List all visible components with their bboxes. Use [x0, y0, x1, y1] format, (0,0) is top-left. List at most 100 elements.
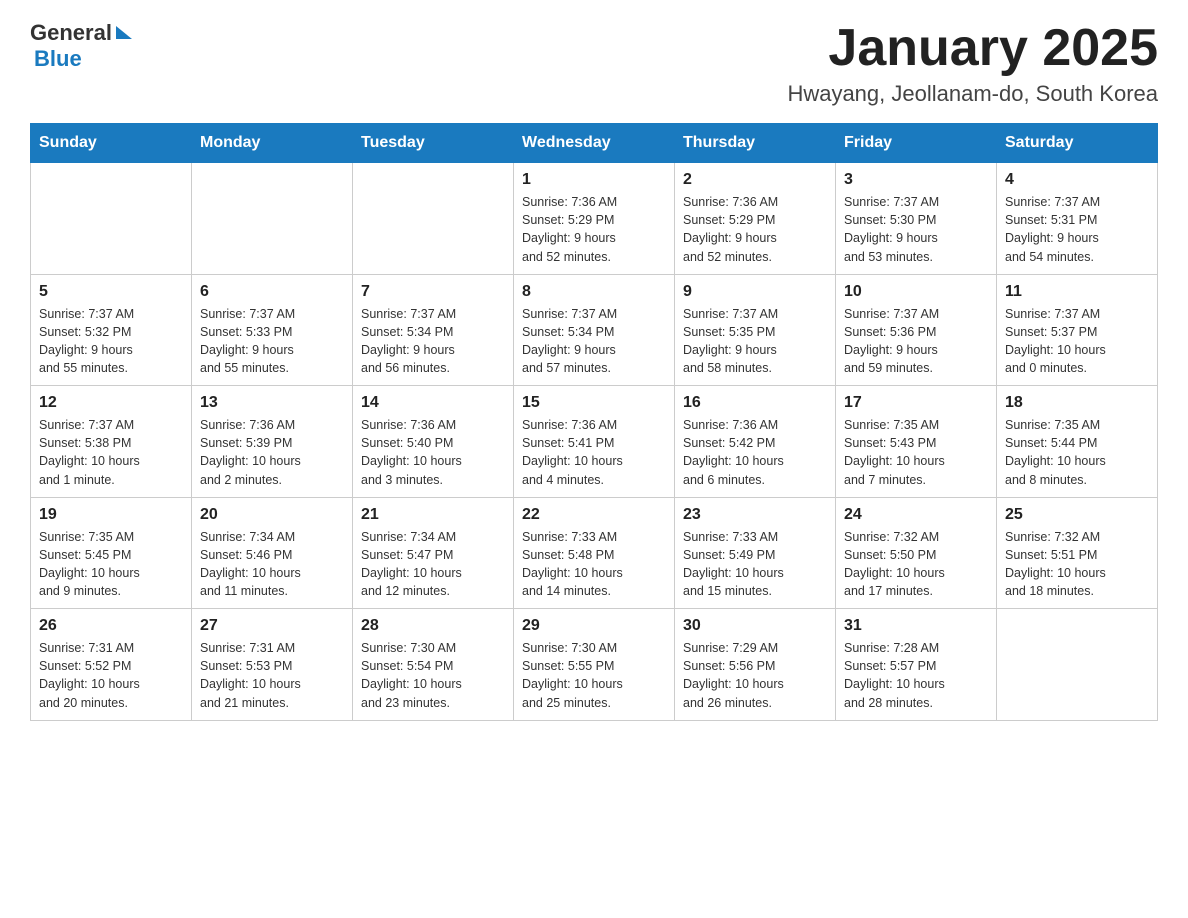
day-header-tuesday: Tuesday: [353, 124, 514, 163]
page-header: General Blue January 2025 Hwayang, Jeoll…: [30, 20, 1158, 107]
cell-date-number: 13: [200, 394, 344, 412]
cell-info-text: Sunrise: 7:36 AM Sunset: 5:41 PM Dayligh…: [522, 416, 666, 489]
title-section: January 2025 Hwayang, Jeollanam-do, Sout…: [787, 20, 1158, 107]
cell-date-number: 17: [844, 394, 988, 412]
calendar-cell: 14 Sunrise: 7:36 AM Sunset: 5:40 PM Dayli…: [353, 386, 514, 498]
cell-info-text: Sunrise: 7:32 AM Sunset: 5:51 PM Dayligh…: [1005, 528, 1149, 601]
calendar-cell: 27 Sunrise: 7:31 AM Sunset: 5:53 PM Dayli…: [192, 609, 353, 721]
cell-info-text: Sunrise: 7:37 AM Sunset: 5:34 PM Dayligh…: [361, 305, 505, 378]
cell-date-number: 16: [683, 394, 827, 412]
cell-info-text: Sunrise: 7:37 AM Sunset: 5:31 PM Dayligh…: [1005, 193, 1149, 266]
cell-date-number: 15: [522, 394, 666, 412]
cell-date-number: 3: [844, 171, 988, 189]
cell-date-number: 27: [200, 617, 344, 635]
calendar-header-row: SundayMondayTuesdayWednesdayThursdayFrid…: [31, 124, 1158, 163]
cell-date-number: 29: [522, 617, 666, 635]
calendar-cell: 19 Sunrise: 7:35 AM Sunset: 5:45 PM Dayli…: [31, 497, 192, 609]
cell-info-text: Sunrise: 7:30 AM Sunset: 5:54 PM Dayligh…: [361, 639, 505, 712]
cell-date-number: 19: [39, 506, 183, 524]
calendar-cell: 8 Sunrise: 7:37 AM Sunset: 5:34 PM Daylig…: [514, 274, 675, 386]
cell-info-text: Sunrise: 7:30 AM Sunset: 5:55 PM Dayligh…: [522, 639, 666, 712]
calendar-cell: 25 Sunrise: 7:32 AM Sunset: 5:51 PM Dayli…: [997, 497, 1158, 609]
calendar-cell: 6 Sunrise: 7:37 AM Sunset: 5:33 PM Daylig…: [192, 274, 353, 386]
page-title: January 2025: [787, 20, 1158, 77]
calendar-cell: 23Sunrise: 7:33 AM Sunset: 5:49 PM Dayli…: [675, 497, 836, 609]
cell-info-text: Sunrise: 7:37 AM Sunset: 5:37 PM Dayligh…: [1005, 305, 1149, 378]
calendar-week-row: 1 Sunrise: 7:36 AM Sunset: 5:29 PM Daylig…: [31, 163, 1158, 275]
cell-info-text: Sunrise: 7:35 AM Sunset: 5:44 PM Dayligh…: [1005, 416, 1149, 489]
calendar-cell: 31 Sunrise: 7:28 AM Sunset: 5:57 PM Dayli…: [836, 609, 997, 721]
cell-date-number: 28: [361, 617, 505, 635]
calendar-cell: 5 Sunrise: 7:37 AM Sunset: 5:32 PM Daylig…: [31, 274, 192, 386]
cell-date-number: 23: [683, 506, 827, 524]
cell-date-number: 10: [844, 283, 988, 301]
calendar-cell: 3 Sunrise: 7:37 AM Sunset: 5:30 PM Daylig…: [836, 163, 997, 275]
cell-info-text: Sunrise: 7:31 AM Sunset: 5:53 PM Dayligh…: [200, 639, 344, 712]
cell-info-text: Sunrise: 7:34 AM Sunset: 5:47 PM Dayligh…: [361, 528, 505, 601]
cell-info-text: Sunrise: 7:36 AM Sunset: 5:29 PM Dayligh…: [522, 193, 666, 266]
logo: General Blue: [30, 20, 132, 72]
cell-date-number: 12: [39, 394, 183, 412]
calendar-cell: 2 Sunrise: 7:36 AM Sunset: 5:29 PM Daylig…: [675, 163, 836, 275]
day-header-thursday: Thursday: [675, 124, 836, 163]
calendar-cell: 22Sunrise: 7:33 AM Sunset: 5:48 PM Dayli…: [514, 497, 675, 609]
cell-info-text: Sunrise: 7:32 AM Sunset: 5:50 PM Dayligh…: [844, 528, 988, 601]
cell-info-text: Sunrise: 7:37 AM Sunset: 5:36 PM Dayligh…: [844, 305, 988, 378]
calendar-cell: 17 Sunrise: 7:35 AM Sunset: 5:43 PM Dayli…: [836, 386, 997, 498]
calendar-cell: 13 Sunrise: 7:36 AM Sunset: 5:39 PM Dayli…: [192, 386, 353, 498]
cell-date-number: 31: [844, 617, 988, 635]
cell-info-text: Sunrise: 7:36 AM Sunset: 5:39 PM Dayligh…: [200, 416, 344, 489]
calendar-cell: 9 Sunrise: 7:37 AM Sunset: 5:35 PM Daylig…: [675, 274, 836, 386]
calendar-cell: 1 Sunrise: 7:36 AM Sunset: 5:29 PM Daylig…: [514, 163, 675, 275]
cell-date-number: 4: [1005, 171, 1149, 189]
cell-info-text: Sunrise: 7:36 AM Sunset: 5:40 PM Dayligh…: [361, 416, 505, 489]
cell-info-text: Sunrise: 7:33 AM Sunset: 5:48 PM Dayligh…: [522, 528, 666, 601]
cell-info-text: Sunrise: 7:35 AM Sunset: 5:43 PM Dayligh…: [844, 416, 988, 489]
cell-info-text: Sunrise: 7:37 AM Sunset: 5:32 PM Dayligh…: [39, 305, 183, 378]
cell-info-text: Sunrise: 7:37 AM Sunset: 5:38 PM Dayligh…: [39, 416, 183, 489]
calendar-cell: 24 Sunrise: 7:32 AM Sunset: 5:50 PM Dayli…: [836, 497, 997, 609]
cell-info-text: Sunrise: 7:37 AM Sunset: 5:34 PM Dayligh…: [522, 305, 666, 378]
cell-date-number: 14: [361, 394, 505, 412]
cell-date-number: 25: [1005, 506, 1149, 524]
cell-date-number: 21: [361, 506, 505, 524]
calendar-cell: 12 Sunrise: 7:37 AM Sunset: 5:38 PM Dayli…: [31, 386, 192, 498]
cell-date-number: 2: [683, 171, 827, 189]
cell-info-text: Sunrise: 7:37 AM Sunset: 5:33 PM Dayligh…: [200, 305, 344, 378]
calendar-cell: 4 Sunrise: 7:37 AM Sunset: 5:31 PM Daylig…: [997, 163, 1158, 275]
cell-date-number: 1: [522, 171, 666, 189]
cell-date-number: 8: [522, 283, 666, 301]
calendar-week-row: 26Sunrise: 7:31 AM Sunset: 5:52 PM Dayli…: [31, 609, 1158, 721]
cell-date-number: 24: [844, 506, 988, 524]
calendar-cell: [353, 163, 514, 275]
day-header-sunday: Sunday: [31, 124, 192, 163]
calendar-cell: 20Sunrise: 7:34 AM Sunset: 5:46 PM Dayli…: [192, 497, 353, 609]
day-header-saturday: Saturday: [997, 124, 1158, 163]
cell-info-text: Sunrise: 7:37 AM Sunset: 5:35 PM Dayligh…: [683, 305, 827, 378]
cell-info-text: Sunrise: 7:28 AM Sunset: 5:57 PM Dayligh…: [844, 639, 988, 712]
day-header-wednesday: Wednesday: [514, 124, 675, 163]
calendar-week-row: 5 Sunrise: 7:37 AM Sunset: 5:32 PM Daylig…: [31, 274, 1158, 386]
calendar-cell: [31, 163, 192, 275]
cell-date-number: 30: [683, 617, 827, 635]
cell-info-text: Sunrise: 7:36 AM Sunset: 5:29 PM Dayligh…: [683, 193, 827, 266]
cell-date-number: 6: [200, 283, 344, 301]
calendar-cell: 29 Sunrise: 7:30 AM Sunset: 5:55 PM Dayli…: [514, 609, 675, 721]
calendar-cell: 11Sunrise: 7:37 AM Sunset: 5:37 PM Dayli…: [997, 274, 1158, 386]
cell-info-text: Sunrise: 7:35 AM Sunset: 5:45 PM Dayligh…: [39, 528, 183, 601]
calendar-table: SundayMondayTuesdayWednesdayThursdayFrid…: [30, 123, 1158, 721]
calendar-cell: [997, 609, 1158, 721]
cell-info-text: Sunrise: 7:37 AM Sunset: 5:30 PM Dayligh…: [844, 193, 988, 266]
calendar-cell: 15 Sunrise: 7:36 AM Sunset: 5:41 PM Dayli…: [514, 386, 675, 498]
cell-date-number: 5: [39, 283, 183, 301]
calendar-cell: 16Sunrise: 7:36 AM Sunset: 5:42 PM Dayli…: [675, 386, 836, 498]
cell-info-text: Sunrise: 7:34 AM Sunset: 5:46 PM Dayligh…: [200, 528, 344, 601]
logo-triangle-icon: [116, 26, 132, 39]
calendar-cell: 10 Sunrise: 7:37 AM Sunset: 5:36 PM Dayli…: [836, 274, 997, 386]
calendar-cell: 21 Sunrise: 7:34 AM Sunset: 5:47 PM Dayli…: [353, 497, 514, 609]
cell-info-text: Sunrise: 7:31 AM Sunset: 5:52 PM Dayligh…: [39, 639, 183, 712]
day-header-friday: Friday: [836, 124, 997, 163]
calendar-cell: 26Sunrise: 7:31 AM Sunset: 5:52 PM Dayli…: [31, 609, 192, 721]
cell-date-number: 9: [683, 283, 827, 301]
calendar-cell: 7Sunrise: 7:37 AM Sunset: 5:34 PM Daylig…: [353, 274, 514, 386]
